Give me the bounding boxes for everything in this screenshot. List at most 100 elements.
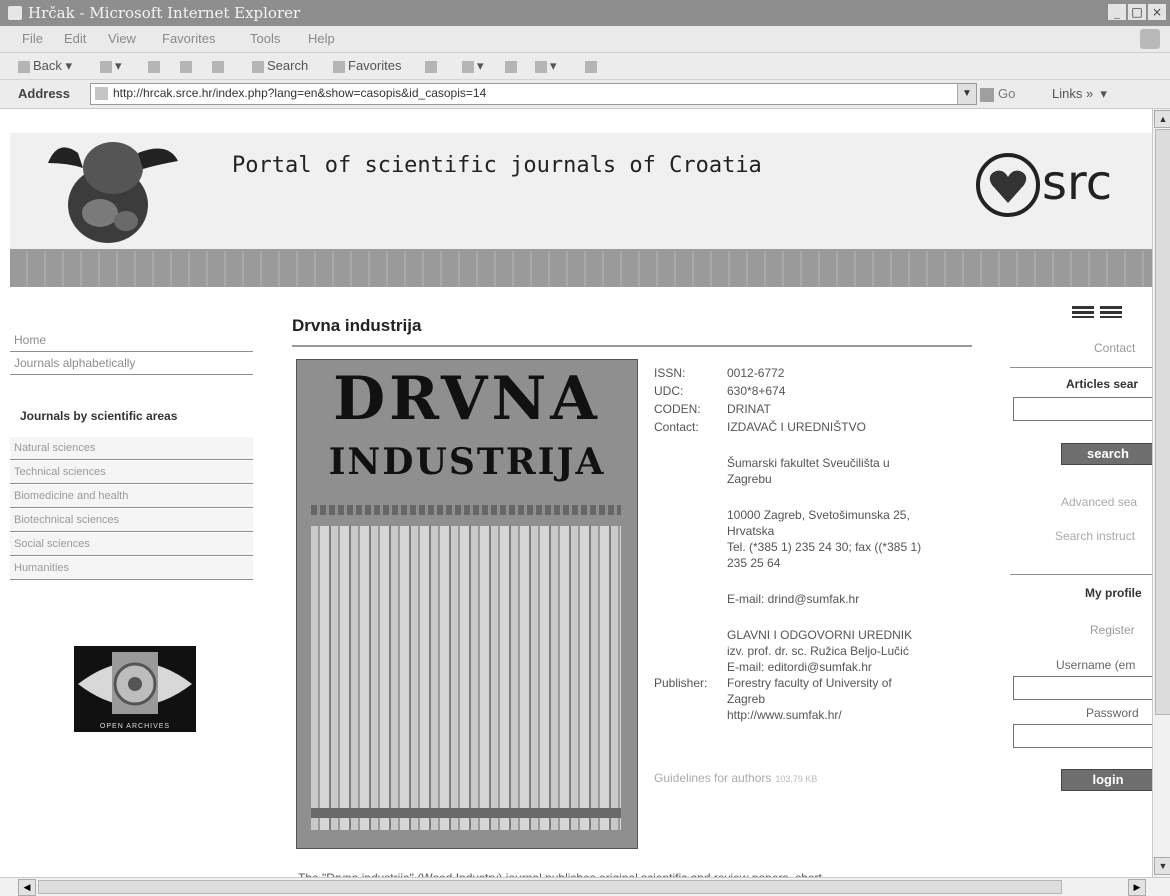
area-humanities[interactable]: Humanities [10, 557, 253, 580]
back-label: Back [33, 58, 62, 73]
contact-line: 235 25 64 [727, 556, 781, 570]
password-input[interactable] [1013, 724, 1152, 748]
udc-label: UDC: [654, 384, 684, 398]
horizontal-scrollbar[interactable]: ◀ ▶ [0, 877, 1170, 896]
register-link[interactable]: Register [1090, 623, 1135, 637]
scroll-up-icon[interactable]: ▲ [1154, 110, 1170, 128]
mail-icon [505, 60, 517, 73]
site-header: Portal of scientific journals of Croatia… [10, 133, 1152, 251]
stop-icon [148, 60, 160, 73]
go-button[interactable]: Go [980, 86, 1015, 102]
internet-explorer-icon [8, 6, 22, 20]
articles-search-heading: Articles sear [1066, 377, 1139, 391]
menu-edit[interactable]: Edit [64, 31, 86, 46]
advanced-search-link[interactable]: Advanced sea [1061, 495, 1137, 509]
publisher-label: Publisher: [654, 676, 708, 690]
menu-view[interactable]: View [108, 31, 136, 46]
address-dropdown-button[interactable]: ▼ [957, 84, 976, 104]
search-button[interactable]: Search [252, 58, 308, 73]
standard-toolbar: Back ▾ ▾ Search Favorites ▾ ▾ [0, 53, 1170, 80]
history-icon [462, 60, 474, 73]
scroll-left-icon[interactable]: ◀ [18, 879, 36, 896]
contact-line: izv. prof. dr. sc. Ružica Beljo-Lučić [727, 644, 909, 658]
search-instructions-link[interactable]: Search instruct [1055, 529, 1135, 543]
contact-label: Contact: [654, 420, 699, 434]
guidelines-size: 103.79 KB [775, 774, 818, 784]
menu-favorites[interactable]: Favorites [162, 31, 215, 46]
area-technical-sciences[interactable]: Technical sciences [10, 461, 253, 484]
edit-button[interactable] [585, 58, 600, 73]
address-input[interactable]: http://hrcak.srce.hr/index.php?lang=en&s… [90, 83, 977, 105]
scroll-right-icon[interactable]: ▶ [1128, 879, 1146, 896]
address-bar: Address http://hrcak.srce.hr/index.php?l… [0, 80, 1170, 109]
scroll-down-icon[interactable]: ▼ [1154, 857, 1170, 875]
title-bar: Hrčak - Microsoft Internet Explorer _ □ … [0, 0, 1170, 26]
english-flag-icon[interactable] [1072, 306, 1094, 318]
journal-cover-image: DRVNA INDUSTRIJA [296, 359, 638, 849]
print-icon [535, 60, 547, 73]
edit-icon [585, 60, 597, 73]
guidelines-label: Guidelines for authors [654, 771, 772, 785]
vertical-scrollbar[interactable]: ▲ ▼ [1152, 109, 1170, 877]
scientific-areas-heading: Journals by scientific areas [20, 409, 178, 423]
minimize-button[interactable]: _ [1108, 4, 1126, 20]
portal-title: Portal of scientific journals of Croatia [232, 153, 762, 178]
forward-button[interactable]: ▾ [100, 58, 122, 74]
guidelines-link[interactable]: Guidelines for authors 103.79 KB [654, 771, 817, 785]
nav-journals-alphabetically[interactable]: Journals alphabetically [10, 352, 253, 375]
menu-help[interactable]: Help [308, 31, 335, 46]
nav-home[interactable]: Home [10, 329, 253, 352]
publisher-line: Zagreb [727, 692, 766, 706]
my-profile-heading: My profile [1085, 586, 1142, 600]
address-label: Address [18, 86, 71, 101]
maximize-button[interactable]: □ [1128, 4, 1146, 20]
address-url: http://hrcak.srce.hr/index.php?lang=en&s… [113, 86, 487, 100]
username-input[interactable] [1013, 676, 1152, 700]
srce-heart-icon [976, 153, 1040, 217]
area-biotechnical-sciences[interactable]: Biotechnical sciences [10, 509, 253, 532]
window-controls: _ □ × [1108, 4, 1166, 20]
title-divider [292, 345, 972, 347]
right-divider [1010, 367, 1152, 368]
print-button[interactable]: ▾ [535, 58, 557, 74]
media-button[interactable] [425, 58, 440, 73]
mail-button[interactable] [505, 58, 520, 73]
password-label: Password [1086, 706, 1139, 720]
editor-email[interactable]: E-mail: editordi@sumfak.hr [727, 659, 872, 675]
close-button[interactable]: × [1148, 4, 1166, 20]
publisher-website-link[interactable]: http://www.sumfak.hr/ [727, 707, 842, 723]
right-divider [1010, 574, 1152, 575]
contact-line: Zagrebu [727, 472, 772, 486]
area-social-sciences[interactable]: Social sciences [10, 533, 253, 556]
vertical-scroll-thumb[interactable] [1155, 129, 1170, 715]
stop-button[interactable] [148, 58, 163, 73]
refresh-button[interactable] [180, 58, 195, 73]
login-button[interactable]: login [1061, 769, 1152, 791]
contact-line: GLAVNI I ODGOVORNI UREDNIK [727, 628, 913, 642]
articles-search-input[interactable] [1013, 397, 1152, 421]
back-arrow-icon [18, 60, 30, 73]
contact-link[interactable]: Contact [1094, 341, 1135, 355]
menu-tools[interactable]: Tools [250, 31, 280, 46]
srce-logo[interactable]: src [972, 141, 1152, 231]
home-button[interactable] [212, 58, 227, 73]
cover-wood-texture [311, 526, 621, 830]
links-button[interactable]: Links » ▾ [1052, 86, 1107, 102]
coden-label: CODEN: [654, 402, 701, 416]
udc-value: 630*8+674 [727, 384, 786, 398]
favorites-button[interactable]: Favorites [333, 58, 401, 73]
open-archives-badge[interactable]: OPEN ARCHIVES [74, 646, 196, 732]
menu-file[interactable]: File [22, 31, 43, 46]
area-biomedicine-and-health[interactable]: Biomedicine and health [10, 485, 253, 508]
contact-email[interactable]: E-mail: drind@sumfak.hr [727, 591, 859, 607]
contact-line: Hrvatska [727, 524, 775, 538]
history-button[interactable]: ▾ [462, 58, 484, 74]
favorites-label: Favorites [348, 58, 402, 73]
search-submit-button[interactable]: search [1061, 443, 1152, 465]
horizontal-scroll-thumb[interactable] [38, 880, 1062, 894]
area-natural-sciences[interactable]: Natural sciences [10, 437, 253, 460]
contact-line: IZDAVAČ I UREDNIŠTVO [727, 420, 866, 434]
croatian-flag-icon[interactable] [1100, 306, 1122, 318]
back-button[interactable]: Back ▾ [18, 58, 72, 74]
hamster-logo[interactable] [38, 133, 188, 247]
